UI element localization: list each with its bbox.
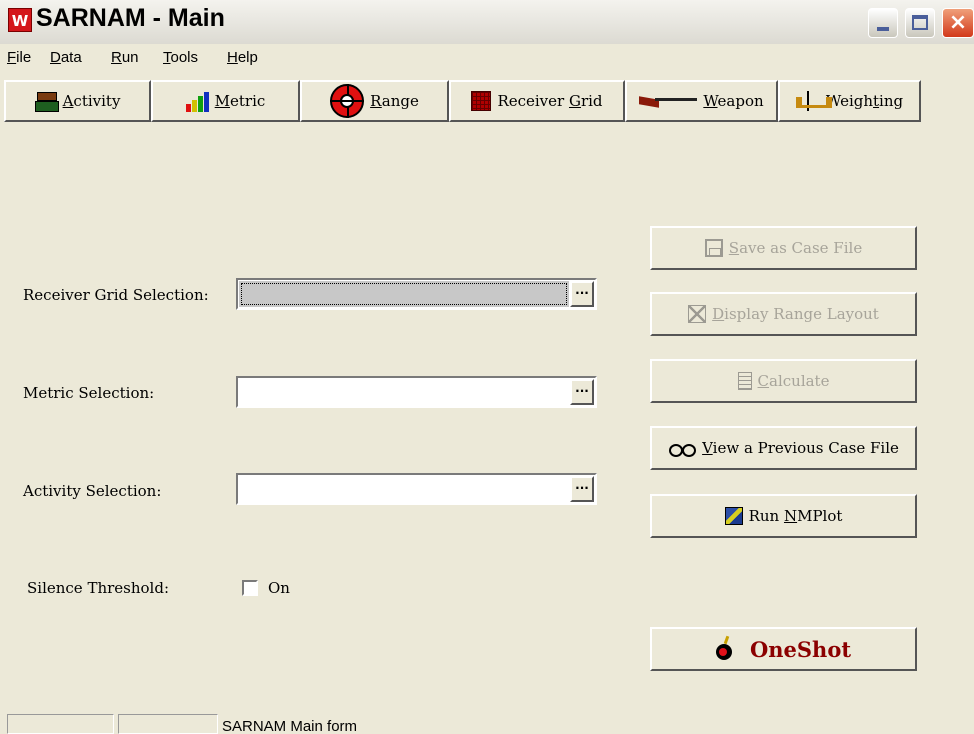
status-panel-2: [118, 714, 218, 734]
receiver-grid-icon: [471, 91, 492, 111]
activity-field[interactable]: ...: [236, 473, 597, 505]
calculate-button[interactable]: Calculate: [650, 359, 917, 403]
activity-icon: [34, 91, 59, 112]
maximize-button[interactable]: [905, 8, 935, 38]
calculator-icon: [737, 372, 752, 390]
weighting-icon: [795, 91, 832, 111]
receiver-grid-label: Receiver Grid Selection:: [23, 286, 209, 304]
view-previous-case-file-button[interactable]: View a Previous Case File: [650, 426, 917, 470]
calculate-label: Calculate: [757, 372, 830, 390]
receiver-grid-browse-button[interactable]: ...: [570, 281, 594, 307]
weapon-icon: [639, 95, 698, 107]
menu-tools[interactable]: Tools: [163, 49, 198, 66]
display-layout-icon: [688, 305, 707, 323]
menu-run[interactable]: Run: [111, 49, 139, 66]
display-range-layout-label: Display Range Layout: [712, 305, 879, 323]
nmplot-icon: [724, 507, 743, 525]
run-nmplot-label: Run NMPlot: [748, 507, 843, 525]
silence-threshold-on-label[interactable]: On: [268, 579, 290, 597]
metric-label: Metric Selection:: [23, 384, 155, 402]
maximize-icon: [912, 15, 928, 30]
bomb-icon: [715, 644, 732, 660]
oneshot-button[interactable]: OneShot: [650, 627, 917, 671]
status-message: SARNAM Main form: [222, 718, 358, 734]
metric-field[interactable]: ...: [236, 376, 597, 408]
oneshot-label: OneShot: [749, 636, 852, 662]
receiver-grid-button[interactable]: Receiver Grid: [449, 80, 625, 122]
weighting-button-label: Weighting: [825, 92, 904, 110]
close-icon: ×: [948, 10, 968, 35]
range-icon: [330, 84, 365, 118]
status-panel-1: [7, 714, 114, 734]
metric-value[interactable]: [239, 379, 569, 405]
save-case-file-label: Save as Case File: [728, 239, 863, 257]
close-button[interactable]: ×: [942, 8, 974, 38]
menu-file[interactable]: File: [7, 49, 31, 66]
app-icon[interactable]: W: [8, 8, 32, 32]
weighting-button[interactable]: Weighting: [778, 80, 921, 122]
weapon-button-label: Weapon: [703, 92, 764, 110]
menu-help[interactable]: Help: [227, 49, 258, 66]
receiver-grid-value[interactable]: [239, 281, 569, 307]
title-bar[interactable]: W SARNAM - Main ×: [0, 0, 974, 44]
status-bar: SARNAM Main form: [0, 712, 974, 734]
activity-browse-button[interactable]: ...: [570, 476, 594, 502]
activity-value[interactable]: [239, 476, 569, 502]
silence-threshold-checkbox[interactable]: [242, 580, 258, 596]
range-button[interactable]: Range: [300, 80, 449, 122]
display-range-layout-button[interactable]: Display Range Layout: [650, 292, 917, 336]
metric-button[interactable]: Metric: [151, 80, 300, 122]
window-title: SARNAM - Main: [36, 4, 225, 32]
activity-button-label: Activity: [62, 92, 121, 110]
run-nmplot-button[interactable]: Run NMPlot: [650, 494, 917, 538]
activity-button[interactable]: Activity: [4, 80, 151, 122]
menu-data[interactable]: Data: [50, 49, 82, 66]
receiver-grid-field[interactable]: ...: [236, 278, 597, 310]
menu-bar: File Data Run Tools Help: [0, 44, 974, 72]
silence-threshold-label: Silence Threshold:: [27, 579, 170, 597]
minimize-icon: [877, 27, 889, 31]
metric-button-label: Metric: [214, 92, 266, 110]
metric-icon: [185, 90, 209, 112]
glasses-icon: [668, 441, 697, 457]
receiver-grid-button-label: Receiver Grid: [497, 92, 603, 110]
view-previous-case-file-label: View a Previous Case File: [702, 439, 899, 457]
activity-label: Activity Selection:: [23, 482, 162, 500]
metric-browse-button[interactable]: ...: [570, 379, 594, 405]
range-button-label: Range: [370, 92, 419, 110]
weapon-button[interactable]: Weapon: [625, 80, 778, 122]
minimize-button[interactable]: [868, 8, 898, 38]
save-case-file-button[interactable]: Save as Case File: [650, 226, 917, 270]
save-icon: [704, 239, 723, 257]
